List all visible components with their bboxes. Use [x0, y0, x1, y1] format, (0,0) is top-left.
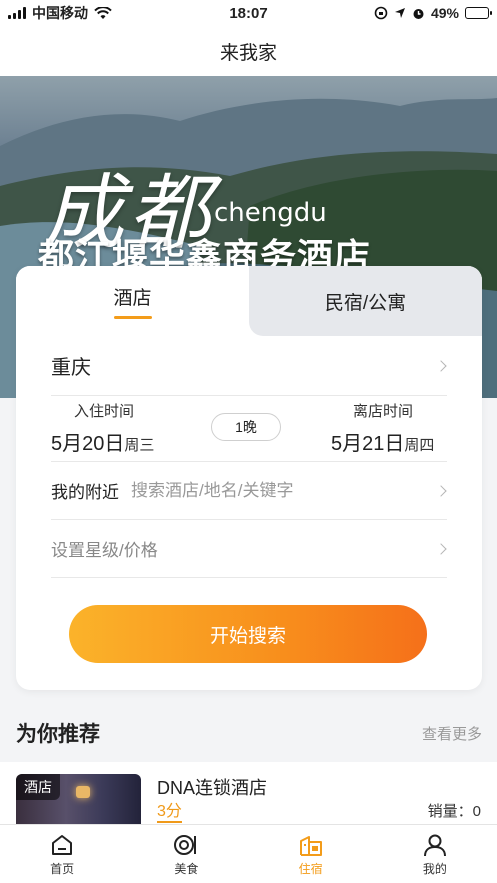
- hotel-thumbnail: 酒店: [16, 774, 141, 824]
- search-card: 酒店 民宿/公寓 重庆 入住时间 5月20日周三 1晚 离店时间 5月21日周四…: [16, 266, 482, 690]
- tab-homestay[interactable]: 民宿/公寓: [249, 266, 482, 336]
- lock-rotation-icon: [374, 6, 388, 20]
- category-tag: 酒店: [16, 774, 60, 800]
- status-right: 49%: [319, 5, 492, 21]
- recommend-header: 为你推荐 查看更多: [16, 706, 482, 760]
- bottom-tab-bar: 首页 美食 住宿 我的: [0, 824, 497, 883]
- list-item[interactable]: 酒店 DNA连锁酒店 3分 销量：0: [0, 762, 497, 824]
- food-icon: [174, 834, 197, 855]
- lamp-decoration: [76, 786, 90, 798]
- status-time: 18:07: [229, 4, 268, 22]
- banner-city-en: chengdu: [214, 198, 327, 228]
- search-tabs: 酒店 民宿/公寓: [16, 266, 482, 336]
- profile-icon: [423, 834, 446, 856]
- nights-badge: 1晚: [211, 413, 281, 441]
- battery-icon: [465, 7, 492, 19]
- tab-hotel-label: 酒店: [113, 288, 152, 309]
- checkin-date: 5月20日周三: [51, 427, 171, 456]
- wifi-icon: [94, 6, 112, 19]
- checkin-weekday: 周三: [124, 437, 155, 454]
- chevron-right-icon: [435, 359, 447, 372]
- page-title: 来我家: [219, 42, 277, 64]
- hotel-sales: 销量：0: [427, 803, 481, 820]
- nearby-button[interactable]: 我的附近: [51, 478, 131, 503]
- checkin-date-text: 5月20日: [51, 433, 125, 455]
- checkout-block[interactable]: 离店时间 5月21日周四: [331, 396, 447, 456]
- start-search-button[interactable]: 开始搜索: [69, 605, 427, 663]
- nav-bar: 来我家: [0, 26, 497, 76]
- view-more-link[interactable]: 查看更多: [422, 723, 482, 744]
- city-selector[interactable]: 重庆: [51, 336, 447, 396]
- tab-homestay-label: 民宿/公寓: [324, 292, 407, 314]
- checkout-weekday: 周四: [404, 437, 435, 454]
- carrier-name: 中国移动: [32, 5, 88, 21]
- tab-home[interactable]: 首页: [0, 825, 124, 883]
- checkin-block[interactable]: 入住时间 5月20日周三: [51, 396, 171, 456]
- tab-active-indicator: [113, 316, 152, 319]
- tab-food[interactable]: 美食: [124, 825, 248, 883]
- recommend-title: 为你推荐: [16, 723, 100, 746]
- star-price-selector[interactable]: 设置星级/价格: [51, 520, 447, 578]
- tab-food-label: 美食: [174, 861, 199, 876]
- city-value: 重庆: [51, 357, 91, 379]
- alarm-icon: [413, 8, 424, 19]
- tab-mine[interactable]: 我的: [373, 825, 497, 883]
- tab-hotel[interactable]: 酒店: [16, 266, 249, 336]
- chevron-right-icon: [435, 484, 447, 497]
- status-left: 中国移动: [8, 3, 178, 23]
- checkin-label: 入住时间: [73, 403, 134, 420]
- signal-icon: [8, 7, 26, 19]
- chevron-right-icon: [435, 542, 447, 555]
- hotel-icon: [299, 835, 322, 856]
- star-price-label: 设置星级/价格: [51, 541, 158, 560]
- keyword-search-input[interactable]: [131, 480, 301, 501]
- hotel-score: 3分: [157, 797, 182, 823]
- checkout-label: 离店时间: [352, 403, 413, 420]
- location-icon: [394, 8, 405, 18]
- battery-percent: 49%: [430, 5, 459, 21]
- keyword-row: 我的附近: [51, 462, 447, 520]
- status-bar: 中国移动 18:07 49%: [0, 0, 497, 26]
- checkout-date-text: 5月21日: [331, 433, 405, 455]
- date-selector[interactable]: 入住时间 5月20日周三 1晚 离店时间 5月21日周四: [51, 396, 447, 462]
- home-icon: [52, 834, 73, 855]
- tab-hotel-nav[interactable]: 住宿: [249, 825, 373, 883]
- tab-hotel-nav-label: 住宿: [298, 861, 323, 876]
- checkout-date: 5月21日周四: [331, 427, 447, 456]
- tab-mine-label: 我的: [422, 861, 447, 876]
- tab-home-label: 首页: [50, 861, 75, 876]
